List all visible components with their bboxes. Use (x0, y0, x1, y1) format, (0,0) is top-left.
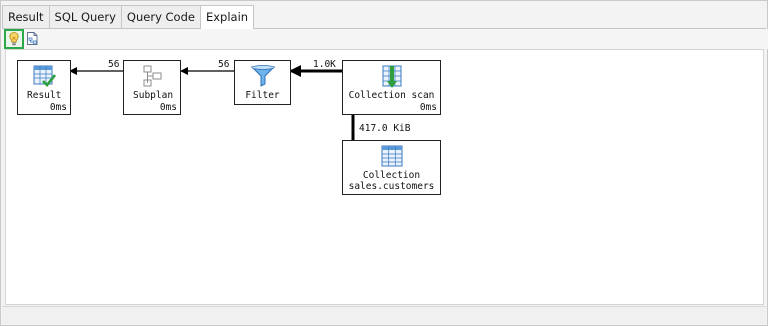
node-label-collection-scan: Collection scan (348, 90, 435, 101)
status-bar (2, 306, 766, 324)
edge-label-filter-subplan: 56 (218, 59, 230, 70)
tab-query-code[interactable]: Query Code (120, 5, 201, 28)
node-label-collection-line1: Collection (362, 170, 421, 181)
tab-explain[interactable]: Explain (199, 5, 255, 29)
plan-canvas: 56 56 1.0K 417.0 KiB Result 0ms Subplan … (5, 49, 764, 305)
result-grid-check-icon (33, 65, 56, 87)
node-label-result: Result (27, 90, 62, 101)
plan-node-filter[interactable]: Filter (234, 60, 291, 105)
collection-table-icon (381, 145, 403, 167)
tab-result[interactable]: Result (2, 5, 50, 28)
explain-toolbar (2, 29, 768, 49)
explain-panel: Result SQL Query Query Code Explain 56 5… (0, 0, 768, 326)
node-time-collection-scan: 0ms (419, 102, 437, 113)
edge-label-subplan-result: 56 (108, 59, 120, 70)
plan-node-subplan[interactable]: Subplan 0ms (123, 60, 181, 115)
lightbulb-icon (9, 32, 19, 46)
collection-scan-icon (382, 65, 402, 88)
export-plan-button[interactable] (23, 29, 43, 49)
plan-node-result[interactable]: Result 0ms (17, 60, 71, 115)
subplan-icon (143, 65, 162, 87)
node-label-collection: Collection sales.customers (343, 170, 440, 192)
tab-bar: Result SQL Query Query Code Explain (2, 5, 255, 29)
node-label-collection-line2: sales.customers (348, 181, 435, 192)
node-time-result: 0ms (49, 102, 67, 113)
edge-label-collection-scan: 417.0 KiB (359, 123, 411, 134)
node-label-filter: Filter (245, 90, 280, 101)
tab-sql-query[interactable]: SQL Query (48, 5, 122, 28)
edge-label-scan-filter: 1.0K (313, 59, 336, 70)
plan-node-collection-scan[interactable]: Collection scan 0ms (342, 60, 441, 115)
export-plan-icon (27, 32, 38, 45)
lightbulb-button[interactable] (4, 29, 24, 49)
plan-node-collection[interactable]: Collection sales.customers (342, 140, 441, 195)
node-label-subplan: Subplan (133, 90, 174, 101)
node-time-subplan: 0ms (159, 102, 177, 113)
filter-funnel-icon (250, 65, 276, 87)
